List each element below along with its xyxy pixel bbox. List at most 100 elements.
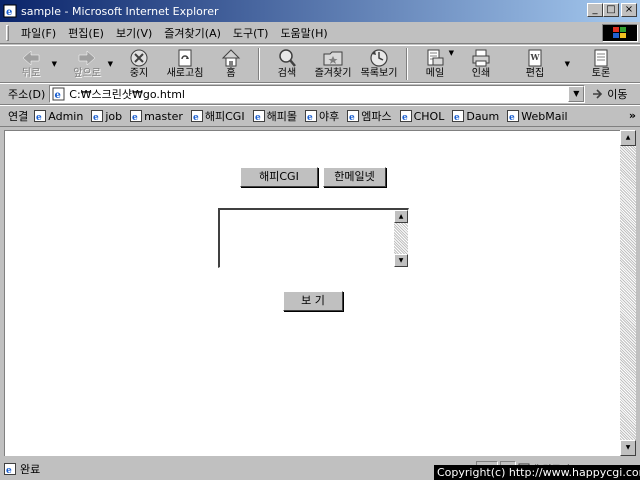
menu-file[interactable]: 파일(F) [15, 25, 62, 41]
print-button[interactable]: 인쇄 [458, 46, 504, 82]
link-label: 해피몰 [266, 110, 297, 123]
stop-icon [130, 49, 148, 67]
standard-toolbar: 뒤로 ▼ 앞으로 ▼ 중지 새로고침 홈 검색 즐겨찾기 목록보기 메일 ▼ 인… [0, 45, 640, 83]
link-label: Admin [48, 109, 84, 123]
ie-page-icon: e [130, 109, 143, 123]
favorites-button[interactable]: 즐겨찾기 [310, 46, 356, 82]
link-item-happymall[interactable]: e 해피몰 [252, 108, 297, 124]
print-label: 인쇄 [471, 68, 491, 79]
history-button[interactable]: 목록보기 [356, 46, 402, 82]
ie-page-icon: e [452, 109, 465, 123]
windows-logo-icon [602, 24, 638, 42]
svg-text:e: e [307, 113, 313, 123]
svg-text:e: e [6, 7, 12, 18]
link-item-job[interactable]: e job [91, 109, 123, 123]
address-label: 주소(D) [8, 88, 46, 101]
back-dropdown-icon[interactable]: ▼ [52, 60, 57, 68]
edit-button[interactable]: W 편집 ▼ [512, 46, 570, 82]
menu-edit[interactable]: 편집(E) [62, 25, 110, 41]
title-bar: e sample - Microsoft Internet Explorer _… [0, 0, 640, 22]
menu-help[interactable]: 도움말(H) [274, 25, 333, 41]
link-item-chol[interactable]: e CHOL [399, 109, 444, 123]
ie-page-icon: e [190, 109, 203, 123]
address-input[interactable] [69, 87, 560, 101]
menu-view[interactable]: 보기(V) [110, 25, 158, 41]
ie-page-icon: e [34, 109, 47, 123]
ie-page-icon: e [347, 109, 360, 123]
link-item-admin[interactable]: e Admin [34, 109, 84, 123]
menu-grip[interactable] [6, 24, 9, 41]
go-label: 이동 [607, 88, 628, 101]
link-label: job [105, 109, 123, 123]
discuss-icon [594, 49, 608, 67]
link-label: 야후 [318, 110, 340, 123]
scroll-up-icon[interactable]: ▲ [394, 210, 408, 223]
page-content: 해피CGI 한메일넷 ▲ ▼ 보 기 [4, 130, 620, 456]
back-label: 뒤로 [21, 68, 41, 79]
edit-dropdown-icon[interactable]: ▼ [565, 60, 570, 68]
link-item-happycgi[interactable]: e 해피CGI [190, 108, 245, 124]
favorites-folder-icon [323, 51, 343, 66]
history-icon [370, 49, 388, 67]
address-dropdown-icon[interactable]: ▼ [568, 86, 585, 102]
hanmail-button[interactable]: 한메일넷 [323, 167, 386, 187]
svg-text:e: e [193, 113, 199, 123]
link-item-webmail[interactable]: e WebMail [507, 109, 568, 123]
toolbar-separator [258, 48, 260, 80]
stop-label: 중지 [129, 68, 149, 79]
textarea-scrollbar[interactable]: ▲ ▼ [394, 210, 408, 267]
link-label: 엠파스 [361, 110, 392, 123]
go-button[interactable]: 이동 [591, 86, 628, 102]
home-button[interactable]: 홈 [208, 46, 254, 82]
happycgi-button[interactable]: 해피CGI [240, 167, 318, 187]
toolbar-separator [406, 48, 408, 80]
forward-dropdown-icon[interactable]: ▼ [108, 60, 113, 68]
ie-page-icon: e [4, 462, 16, 476]
discuss-button[interactable]: 토론 [578, 46, 624, 82]
back-arrow-icon [22, 50, 40, 66]
ie-page-icon: e [3, 4, 17, 18]
svg-text:e: e [55, 90, 61, 101]
search-button[interactable]: 검색 [264, 46, 310, 82]
minimize-button[interactable]: _ [587, 3, 603, 17]
address-field[interactable]: e ▼ [49, 85, 586, 103]
stop-button[interactable]: 중지 [116, 46, 162, 82]
forward-button[interactable]: 앞으로 ▼ [64, 46, 113, 82]
refresh-button[interactable]: 새로고침 [162, 46, 208, 82]
refresh-icon [178, 49, 192, 67]
back-button[interactable]: 뒤로 ▼ [8, 46, 57, 82]
scroll-down-icon[interactable]: ▼ [394, 254, 408, 267]
address-bar: 주소(D) e ▼ 이동 [0, 83, 640, 105]
word-edit-icon: W [528, 49, 542, 67]
textarea-box: ▲ ▼ [218, 208, 409, 268]
svg-text:e: e [349, 113, 355, 123]
close-button[interactable]: × [621, 3, 637, 17]
forward-arrow-icon [78, 50, 96, 66]
menu-favorites[interactable]: 즐겨찾기(A) [158, 25, 227, 41]
mail-button[interactable]: 메일 ▼ [412, 46, 458, 82]
maximize-button[interactable]: □ [603, 3, 619, 17]
svg-text:e: e [132, 113, 138, 123]
text-input-area[interactable] [220, 210, 394, 267]
mail-dropdown-icon[interactable]: ▼ [449, 49, 454, 57]
ie-page-icon: e [399, 109, 412, 123]
svg-text:e: e [255, 113, 261, 123]
svg-text:e: e [454, 113, 460, 123]
link-item-master[interactable]: e master [130, 109, 183, 123]
link-label: master [144, 109, 183, 123]
link-item-yahoo[interactable]: e 야후 [304, 108, 340, 124]
ie-page-icon: e [507, 109, 520, 123]
link-item-empas[interactable]: e 엠파스 [347, 108, 392, 124]
menu-tools[interactable]: 도구(T) [227, 25, 275, 41]
view-button[interactable]: 보 기 [283, 291, 343, 311]
scroll-down-icon[interactable]: ▼ [620, 440, 636, 456]
refresh-label: 새로고침 [166, 68, 204, 79]
page-scrollbar[interactable]: ▲ ▼ [620, 130, 636, 456]
history-label: 목록보기 [360, 68, 398, 79]
ie-page-icon: e [252, 109, 265, 123]
link-item-daum[interactable]: e Daum [452, 109, 499, 123]
home-label: 홈 [226, 68, 236, 79]
menu-bar: 파일(F) 편집(E) 보기(V) 즐겨찾기(A) 도구(T) 도움말(H) [0, 22, 640, 44]
scroll-up-icon[interactable]: ▲ [620, 130, 636, 146]
links-more-chevron-icon[interactable]: » [629, 109, 636, 122]
